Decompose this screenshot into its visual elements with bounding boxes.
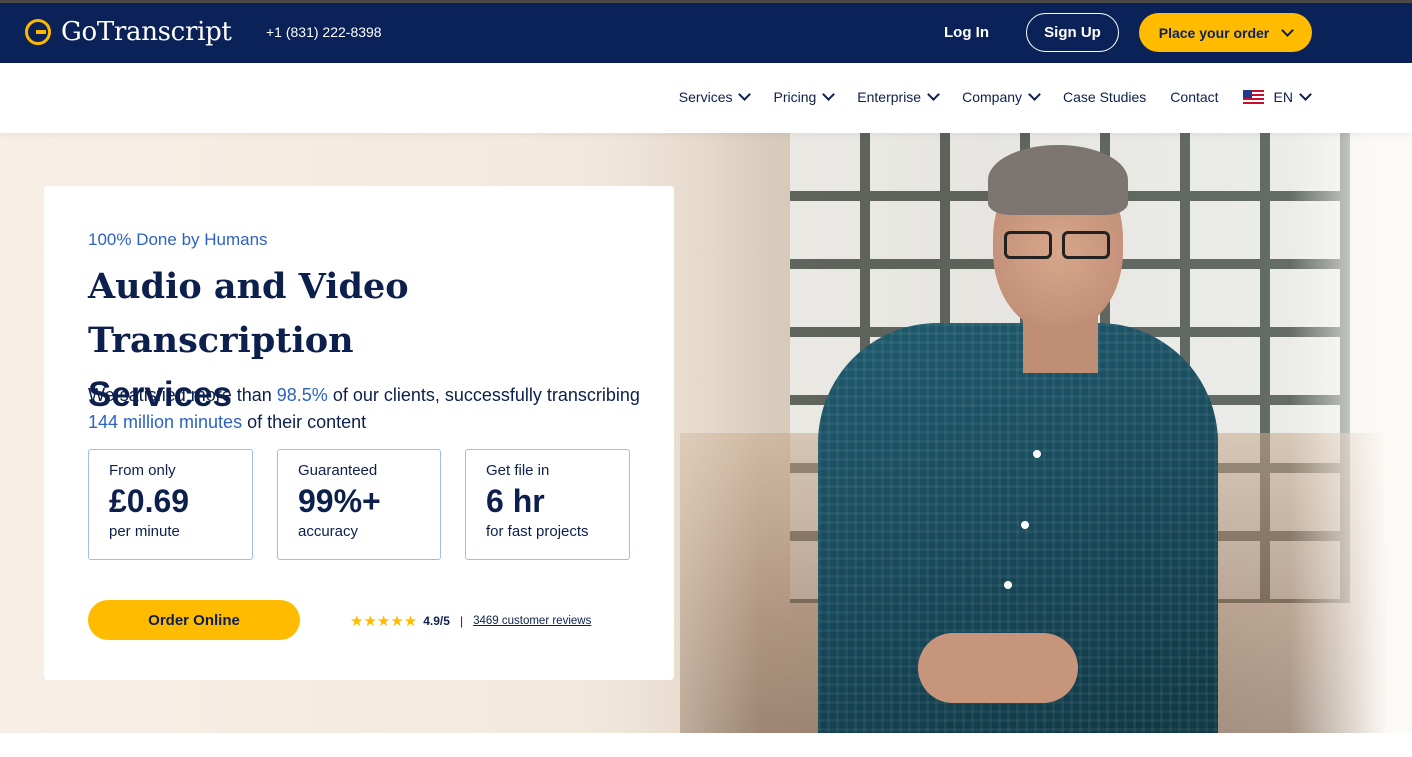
- order-online-button[interactable]: Order Online: [88, 600, 300, 640]
- us-flag-icon: [1242, 90, 1264, 104]
- nav-item-label: Pricing: [773, 89, 817, 105]
- person-hair: [988, 145, 1128, 215]
- place-order-label: Place your order: [1158, 24, 1270, 41]
- stat-accuracy: Guaranteed 99%+ accuracy: [277, 449, 441, 560]
- rating-separator: |: [459, 614, 464, 628]
- shirt-button: [1004, 581, 1012, 589]
- rating-summary: ★★★★★ 4.9/5 | 3469 customer reviews: [350, 612, 591, 630]
- hero-person-image: [818, 143, 1218, 733]
- main-nav: Services Pricing Enterprise Company Case…: [0, 63, 1412, 133]
- lead-text: We satisfied more than: [88, 385, 277, 405]
- login-link[interactable]: Log In: [944, 24, 989, 41]
- stat-turnaround: Get file in 6 hr for fast projects: [465, 449, 630, 560]
- stat-value: 6 hr: [486, 483, 545, 519]
- customer-reviews-link[interactable]: 3469 customer reviews: [473, 615, 591, 627]
- language-selector[interactable]: EN: [1242, 88, 1312, 105]
- logo-g-icon: [25, 19, 51, 45]
- stat-top: From only: [109, 462, 176, 479]
- nav-item-label: Enterprise: [857, 89, 922, 105]
- chevron-down-icon: [927, 88, 940, 101]
- stat-price: From only £0.69 per minute: [88, 449, 253, 560]
- shirt-button: [1033, 450, 1041, 458]
- stat-bottom: accuracy: [298, 523, 359, 540]
- star-rating-icon: ★★★★★: [350, 613, 418, 630]
- lead-highlight-satisfaction: 98.5%: [276, 385, 328, 405]
- nav-item-label: Company: [962, 89, 1023, 105]
- chevron-down-icon: [738, 88, 752, 101]
- nav-item-company[interactable]: Company: [962, 88, 1041, 105]
- chevron-down-icon: [1299, 88, 1312, 101]
- stat-top: Get file in: [486, 462, 550, 479]
- top-bar: GoTranscript +1 (831) 222-8398 Log In Si…: [0, 0, 1412, 63]
- nav-item-case-studies[interactable]: Case Studies: [1063, 89, 1146, 105]
- stat-bottom: per minute: [109, 523, 180, 540]
- person-glasses: [1000, 231, 1116, 261]
- nav-item-services[interactable]: Services: [678, 88, 752, 105]
- person-hands: [918, 633, 1078, 703]
- lead-text: of our clients, successfully transcribin…: [327, 385, 640, 405]
- stat-bottom: for fast projects: [486, 523, 589, 540]
- rating-score: 4.9/5: [423, 614, 450, 628]
- lead-text: of their content: [242, 412, 367, 432]
- nav-item-label: Contact: [1170, 89, 1219, 105]
- signup-button[interactable]: Sign Up: [1026, 13, 1119, 52]
- lead-highlight-minutes: 144 million minutes: [88, 412, 243, 432]
- stat-value: 99%+: [298, 483, 381, 519]
- nav-item-enterprise[interactable]: Enterprise: [857, 88, 940, 105]
- logo-text: GoTranscript: [61, 17, 232, 47]
- chevron-down-icon: [822, 88, 836, 101]
- stat-top: Guaranteed: [298, 462, 378, 479]
- title-line-1: Audio and Video Transcription: [88, 266, 409, 361]
- stats-row: From only £0.69 per minute Guaranteed 99…: [88, 449, 630, 560]
- hero-right-fade: [1290, 133, 1412, 733]
- chevron-down-icon: [1028, 88, 1041, 101]
- hero-eyebrow: 100% Done by Humans: [88, 230, 268, 249]
- nav-item-pricing[interactable]: Pricing: [773, 88, 836, 105]
- stat-value: £0.69: [109, 483, 190, 519]
- phone-number[interactable]: +1 (831) 222-8398: [266, 24, 382, 40]
- logo[interactable]: GoTranscript: [25, 17, 232, 47]
- hero-card: 100% Done by Humans Audio and Video Tran…: [44, 186, 674, 680]
- shirt-button: [1021, 521, 1029, 529]
- chevron-down-icon: [1281, 23, 1295, 37]
- nav-item-contact[interactable]: Contact: [1170, 89, 1218, 105]
- place-order-button[interactable]: Place your order: [1139, 13, 1312, 52]
- nav-item-label: Services: [678, 89, 733, 105]
- language-label: EN: [1273, 89, 1293, 105]
- nav-item-label: Case Studies: [1063, 89, 1147, 105]
- hero-lead: We satisfied more than 98.5% of our clie…: [88, 382, 648, 436]
